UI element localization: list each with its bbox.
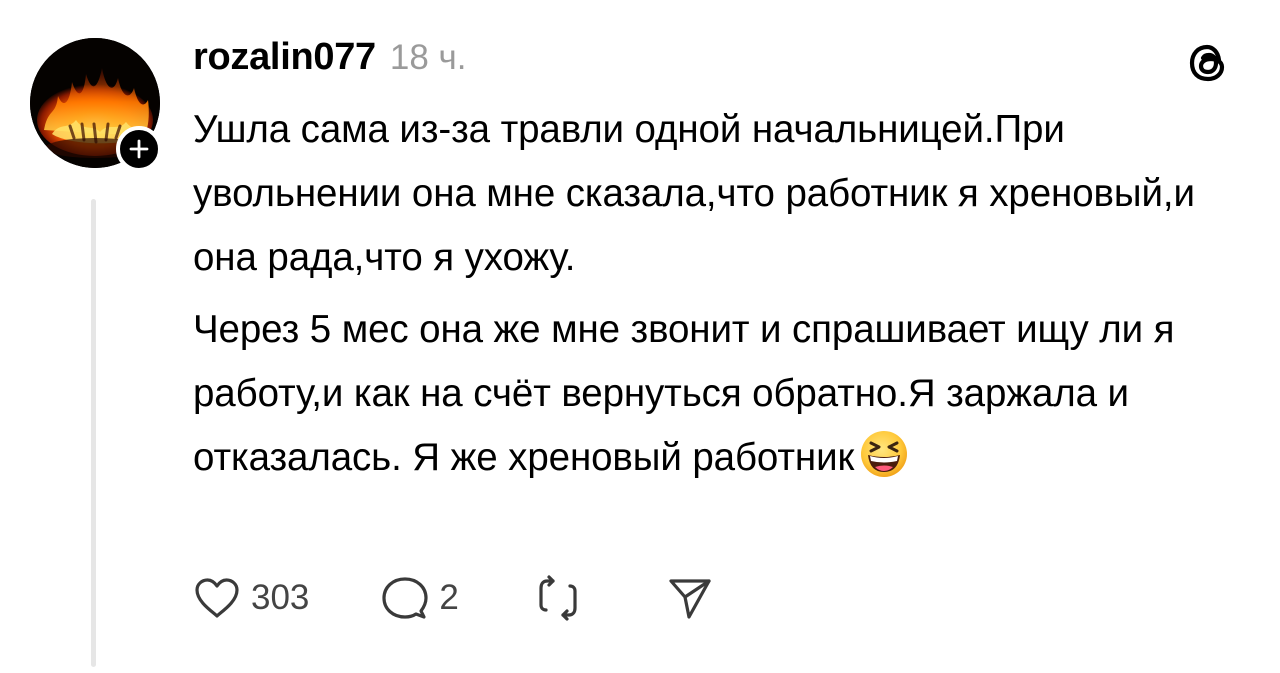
post-paragraph-1: Ушла сама из-за травли одной начальницей… [193,98,1263,290]
plus-icon [129,139,149,159]
post-timestamp: 18 ч. [389,38,467,77]
repost-icon [539,575,577,621]
post-paragraph-1-text: Ушла сама из-за травли одной начальницей… [193,108,1195,279]
send-icon [669,579,711,619]
like-count: 303 [251,578,310,617]
repost-button[interactable] [535,575,581,621]
thread-post: rozalin077 18 ч. Ушла сама из-за травли … [0,0,1280,673]
comment-bubble-icon [382,577,429,619]
grinning-squinting-face-icon [858,428,910,480]
username-link[interactable]: rozalin077 [193,36,376,79]
post-paragraph-2: Через 5 мес она же мне звонит и спрашива… [193,298,1263,490]
follow-button[interactable] [116,126,162,172]
reply-button[interactable]: 2 [381,575,459,621]
post-header: rozalin077 18 ч. [193,36,467,84]
reply-count: 2 [439,578,459,617]
like-button[interactable]: 303 [193,576,309,620]
thread-connector-line [91,199,96,667]
threads-logo-icon[interactable] [1183,38,1233,88]
post-actions: 303 2 [193,573,713,623]
share-button[interactable] [667,575,713,621]
post-body: Ушла сама из-за травли одной начальницей… [193,98,1263,490]
heart-icon [195,578,239,618]
post-paragraph-2-text: Через 5 мес она же мне звонит и спрашива… [193,308,1175,479]
